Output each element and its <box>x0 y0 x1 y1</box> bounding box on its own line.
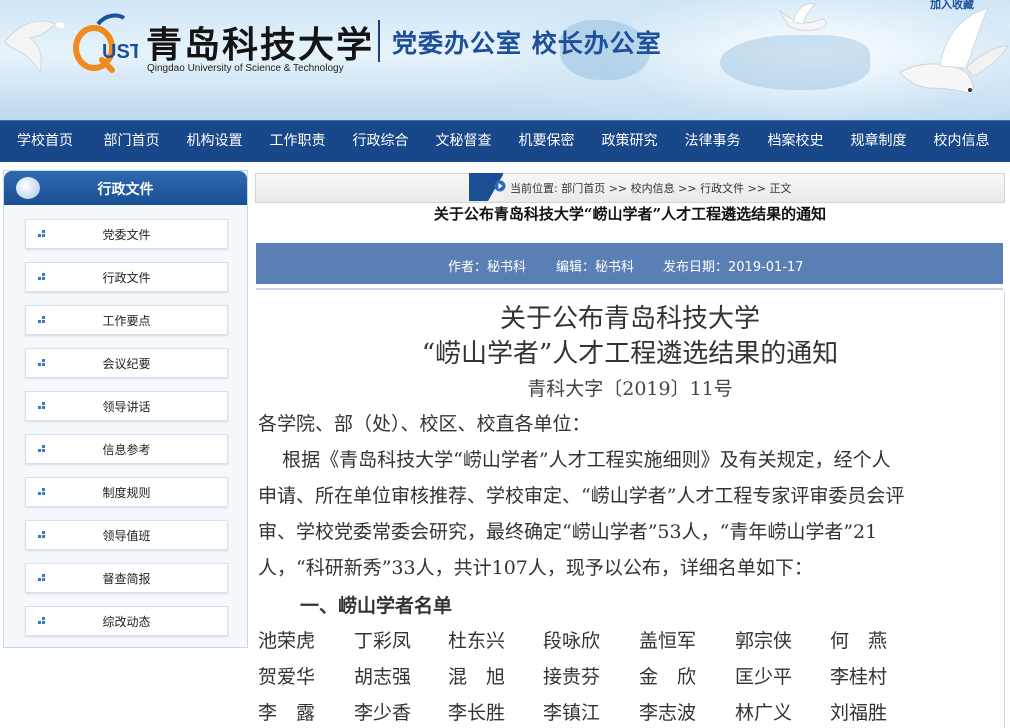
nav-item[interactable]: 工作职责 <box>256 121 339 162</box>
scholar-name: 李少香 <box>354 702 412 724</box>
sidebar-item-label: 会议纪要 <box>102 357 151 371</box>
sidebar-item-label: 信息参考 <box>102 443 151 457</box>
article-author: 作者：秘书科 <box>448 260 527 275</box>
sidebar-item-label: 督查简报 <box>102 572 151 586</box>
scholar-name: 胡志强 <box>354 666 412 688</box>
scholar-name: 李 露 <box>258 702 316 724</box>
svg-text:UST: UST <box>102 41 138 63</box>
breadcrumb-link[interactable]: 部门首页 <box>561 182 605 195</box>
nav-item[interactable]: 档案校史 <box>754 121 837 162</box>
breadcrumb-prefix: 当前位置: <box>510 182 562 195</box>
scholar-name: 李镇江 <box>543 702 601 724</box>
divider <box>256 288 1003 290</box>
salutation: 各学院、部（处）、校区、校直各单位： <box>258 413 591 435</box>
nav-item[interactable]: 机构设置 <box>173 121 256 162</box>
scholar-name: 混 旭 <box>448 666 506 688</box>
sidebar-item-label: 领导讲话 <box>102 400 151 414</box>
nav-item[interactable]: 行政综合 <box>339 121 422 162</box>
sidebar-item-label: 制度规则 <box>102 486 151 500</box>
sidebar-item-label: 工作要点 <box>102 314 151 328</box>
scholar-name: 丁彩凤 <box>354 630 412 652</box>
scholar-name: 李长胜 <box>448 702 506 724</box>
nav-item[interactable]: 校内信息 <box>920 121 1003 162</box>
breadcrumb-separator: >> <box>605 182 631 195</box>
dove-icon <box>4 20 65 74</box>
section-heading: 一、崂山学者名单 <box>300 595 453 617</box>
bookmark-link[interactable]: 加入收藏 <box>930 0 974 12</box>
dove-icon <box>778 3 827 31</box>
sidebar-title: 行政文件 <box>97 182 154 198</box>
header-banner: UST 青岛科技大学 党委办公室 校长办公室 Qingdao Universit… <box>0 0 1010 120</box>
scholar-name: 接贵芬 <box>543 666 601 688</box>
scholar-name: 贺爱华 <box>258 666 316 688</box>
document-number: 青科大字〔2019〕11号 <box>527 378 733 400</box>
sidebar-item[interactable]: 领导讲话 <box>25 391 228 421</box>
scholar-name: 林广义 <box>735 702 793 724</box>
body-line: 人，“科研新秀”33人，共计107人，现予以公布，详细名单如下： <box>258 557 813 579</box>
nav-item[interactable]: 法律事务 <box>671 121 754 162</box>
sidebar-item[interactable]: 信息参考 <box>25 434 228 464</box>
nav-item[interactable]: 部门首页 <box>90 121 173 162</box>
body-line: 审、学校党委常委会研究，最终确定“崂山学者”53人，“青年崂山学者”21 <box>258 521 878 543</box>
breadcrumb-separator: >> <box>744 182 770 195</box>
body-line: 申请、所在单位审核推荐、学校审定、“崂山学者”人才工程专家评审委员会评 <box>258 485 905 507</box>
scholar-name: 杜东兴 <box>448 630 506 652</box>
breadcrumb-link[interactable]: 行政文件 <box>700 182 744 195</box>
nav-item[interactable]: 规章制度 <box>837 121 920 162</box>
main-nav: 学校首页 部门首页 机构设置 工作职责 行政综合 文秘督查 机要保密 政策研究 法律事务 档案校史… <box>0 120 1010 162</box>
sidebar-item[interactable]: 督查简报 <box>25 563 228 593</box>
school-name-cn: 青岛科技大学 <box>146 24 375 66</box>
breadcrumb-link: 正文 <box>769 182 792 195</box>
scholar-name: 郭宗侠 <box>735 630 793 652</box>
scholar-name: 盖恒军 <box>639 630 697 652</box>
article-meta-bar: 作者：秘书科 编辑：秘书科 发布日期：2019-01-17 <box>256 243 1003 284</box>
sidebar-item[interactable]: 制度规则 <box>25 477 228 507</box>
nav-item[interactable]: 学校首页 <box>0 121 90 162</box>
sidebar-item-label: 行政文件 <box>102 271 151 285</box>
map-continent <box>720 35 870 90</box>
article-title-line2: “崂山学者”人才工程遴选结果的通知 <box>421 339 839 369</box>
sidebar-item-label: 领导值班 <box>102 529 151 543</box>
scholar-name: 李桂村 <box>830 666 888 688</box>
breadcrumb-separator: >> <box>674 182 701 195</box>
qust-logo-icon: UST <box>73 13 138 73</box>
scholar-name: 何 燕 <box>830 630 888 652</box>
dove-icon <box>899 7 1009 95</box>
logo-divider <box>378 20 380 62</box>
sidebar-item[interactable]: 工作要点 <box>25 305 228 335</box>
sidebar-item[interactable]: 综改动态 <box>25 606 228 636</box>
nav-item[interactable]: 政策研究 <box>588 121 671 162</box>
nav-item[interactable]: 文秘督查 <box>422 121 505 162</box>
sidebar-item[interactable]: 行政文件 <box>25 262 228 292</box>
scholar-name: 匡少平 <box>735 666 793 688</box>
body-line: 根据《青岛科技大学“崂山学者”人才工程实施细则》及有关规定，经个人 <box>258 449 891 471</box>
sidebar-item[interactable]: 领导值班 <box>25 520 228 550</box>
sidebar-header: 行政文件 <box>4 171 247 205</box>
scholar-name: 刘福胜 <box>830 702 888 724</box>
article-body: 关于公布青岛科技大学 “崂山学者”人才工程遴选结果的通知 青科大字〔2019〕1… <box>256 292 1005 728</box>
page-title: 关于公布青岛科技大学“崂山学者”人才工程遴选结果的通知 <box>433 205 827 223</box>
breadcrumb: 当前位置: 部门首页 >> 校内信息 >> 行政文件 >> 正文 <box>510 180 792 196</box>
article-date: 发布日期：2019-01-17 <box>663 260 804 275</box>
location-arrow-icon <box>494 180 506 192</box>
scholar-name: 金 欣 <box>639 666 697 688</box>
sidebar-item[interactable]: 会议纪要 <box>25 348 228 378</box>
sidebar-item-label: 党委文件 <box>102 228 151 242</box>
school-name-en: Qingdao University of Science & Technolo… <box>147 63 344 74</box>
article-editor: 编辑：秘书科 <box>556 260 635 275</box>
office-title: 党委办公室 校长办公室 <box>392 29 662 58</box>
sidebar: 行政文件 党委文件 行政文件 工作要点 会议纪要 领导讲话 信息参考 制度规则 领导值班 督查简… <box>3 170 248 648</box>
sidebar-item[interactable]: 党委文件 <box>25 219 228 249</box>
nav-item[interactable]: 机要保密 <box>505 121 588 162</box>
scholar-name: 段咏欣 <box>543 630 601 652</box>
scholar-name: 李志波 <box>639 702 697 724</box>
breadcrumb-link[interactable]: 校内信息 <box>631 182 675 195</box>
sidebar-item-label: 综改动态 <box>102 615 151 629</box>
article-title-line1: 关于公布青岛科技大学 <box>499 304 760 334</box>
scholar-name: 池荣虎 <box>258 630 316 652</box>
